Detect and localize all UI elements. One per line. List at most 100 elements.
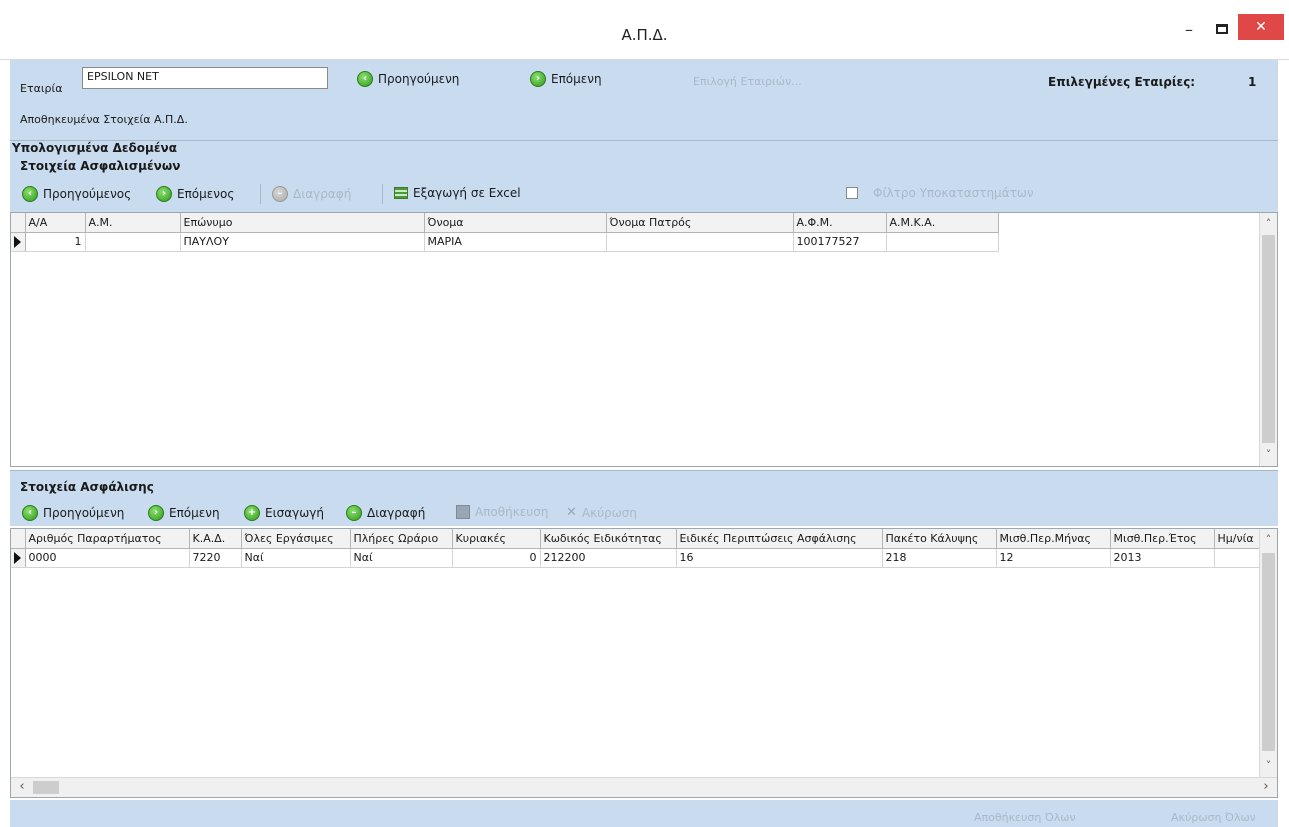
column-header[interactable]: Όλες Εργάσιμες [241, 529, 351, 549]
select-companies-button[interactable]: Επιλογή Εταιριών... [693, 75, 802, 88]
next-company-button[interactable]: › Επόμενη [530, 71, 602, 87]
scroll-right-icon[interactable]: › [1257, 778, 1275, 797]
scroll-left-icon[interactable]: ‹ [13, 778, 31, 797]
table-cell[interactable] [886, 232, 999, 252]
column-header[interactable]: Πλήρες Ωράριο [350, 529, 453, 549]
arrow-right-icon: › [530, 71, 546, 87]
insured-prev-label: Προηγούμενος [43, 187, 132, 201]
scroll-down-icon[interactable]: ˅ [1260, 757, 1277, 775]
column-header[interactable]: Αριθμός Παραρτήματος [25, 529, 190, 549]
insurance-insert-button[interactable]: + Εισαγωγή [244, 505, 324, 521]
arrow-right-icon: › [156, 186, 172, 202]
insured-heading: Στοιχεία Ασφαλισμένων [20, 159, 181, 173]
column-header[interactable]: Πακέτο Κάλυψης [882, 529, 997, 549]
table-cell[interactable] [85, 232, 181, 252]
table-cell[interactable]: 218 [882, 548, 997, 568]
maximize-icon [1216, 24, 1228, 34]
table-cell[interactable]: Ναί [241, 548, 351, 568]
scroll-down-icon[interactable]: ˅ [1260, 446, 1277, 464]
insured-vertical-scrollbar[interactable]: ˄ ˅ [1259, 213, 1277, 466]
arrow-right-icon: › [148, 505, 164, 521]
column-header[interactable]: Α.Φ.Μ. [793, 213, 887, 233]
insurance-cancel-button[interactable]: ✕ Ακύρωση [566, 505, 637, 520]
insured-delete-button[interactable]: – Διαγραφή [272, 186, 351, 202]
footer-panel: Αποθήκευση Όλων Ακύρωση Όλων [10, 800, 1278, 827]
insurance-prev-label: Προηγούμενη [43, 506, 125, 520]
table-cell[interactable] [1214, 548, 1263, 568]
column-header[interactable]: Μισθ.Περ.Έτος [1110, 529, 1215, 549]
company-label: Εταιρία [20, 82, 63, 95]
column-header[interactable]: Όνομα [424, 213, 607, 233]
insurance-toolbar-panel: Στοιχεία Ασφάλισης ‹ Προηγούμενη › Επόμε… [10, 470, 1278, 526]
column-header[interactable]: Επώνυμο [180, 213, 425, 233]
insurance-next-button[interactable]: › Επόμενη [148, 505, 220, 521]
insured-header-row: Α/Α Α.Μ. Επώνυμο Όνομα Όνομα Πατρός Α.Φ.… [11, 213, 999, 233]
column-header[interactable]: Α.Μ.Κ.Α. [886, 213, 999, 233]
scroll-thumb[interactable] [1262, 235, 1275, 443]
table-cell[interactable]: 7220 [189, 548, 242, 568]
saved-apd-label[interactable]: Αποθηκευμένα Στοιχεία Α.Π.Δ. [20, 113, 188, 126]
minus-icon: – [346, 505, 362, 521]
save-all-button[interactable]: Αποθήκευση Όλων [974, 811, 1076, 824]
table-cell[interactable]: 12 [996, 548, 1111, 568]
minimize-button[interactable]: – [1175, 18, 1203, 40]
close-button[interactable]: ✕ [1238, 14, 1284, 40]
insurance-table: Αριθμός Παραρτήματος Κ.Α.Δ. Όλες Εργάσιμ… [11, 529, 1263, 568]
company-field[interactable]: EPSILON NET [82, 67, 328, 89]
arrow-left-icon: ‹ [22, 186, 38, 202]
insured-toolbar-panel: Στοιχεία Ασφαλισμένων ‹ Προηγούμενος › Ε… [10, 156, 1278, 212]
insurance-prev-button[interactable]: ‹ Προηγούμενη [22, 505, 124, 521]
insurance-save-button[interactable]: Αποθήκευση [456, 505, 548, 519]
maximize-button[interactable] [1208, 18, 1236, 40]
column-header[interactable]: Μισθ.Περ.Μήνας [996, 529, 1111, 549]
table-row[interactable]: 0000 7220 Ναί Ναί 0 212200 16 218 12 201… [11, 548, 1263, 568]
insurance-horizontal-scrollbar[interactable]: ‹ › [11, 777, 1277, 797]
selected-companies-label: Επιλεγμένες Εταιρίες: [1048, 75, 1196, 89]
table-row[interactable]: 1 ΠΑΥΛΟΥ ΜΑΡΙΑ 100177527 [11, 232, 999, 252]
column-header[interactable]: Ειδικές Περιπτώσεις Ασφάλισης [676, 529, 883, 549]
arrow-left-icon: ‹ [357, 71, 373, 87]
insurance-vertical-scrollbar[interactable]: ˄ ˅ [1259, 529, 1277, 777]
table-cell[interactable]: 0000 [25, 548, 190, 568]
column-header[interactable]: Α/Α [25, 213, 86, 233]
insurance-insert-label: Εισαγωγή [265, 506, 325, 520]
save-disk-icon [456, 505, 470, 519]
column-header[interactable]: Ημ/νία [1214, 529, 1263, 549]
insured-next-label: Επόμενος [177, 187, 235, 201]
table-cell[interactable]: 212200 [540, 548, 677, 568]
table-cell[interactable]: ΠΑΥΛΟΥ [180, 232, 425, 252]
company-panel: Εταιρία EPSILON NET ‹ Προηγούμενη › Επόμ… [10, 60, 1278, 140]
prev-company-button[interactable]: ‹ Προηγούμενη [357, 71, 459, 87]
insured-prev-button[interactable]: ‹ Προηγούμενος [22, 186, 131, 202]
export-excel-button[interactable]: Εξαγωγή σε Excel [394, 186, 521, 200]
table-cell[interactable]: ΜΑΡΙΑ [424, 232, 607, 252]
scroll-up-icon[interactable]: ˄ [1260, 531, 1277, 549]
table-cell[interactable]: 2013 [1110, 548, 1215, 568]
calculated-data-heading: Υπολογισμένα Δεδομένα [10, 140, 1278, 156]
insurance-delete-label: Διαγραφή [367, 506, 426, 520]
table-cell[interactable]: 100177527 [793, 232, 887, 252]
table-cell[interactable]: Ναί [350, 548, 453, 568]
cancel-all-button[interactable]: Ακύρωση Όλων [1171, 811, 1256, 824]
excel-icon [394, 187, 408, 199]
branch-filter-checkbox[interactable]: Φίλτρο Υποκαταστημάτων [846, 186, 1034, 200]
column-header[interactable]: Κωδικός Ειδικότητας [540, 529, 677, 549]
scroll-thumb[interactable] [33, 781, 59, 794]
column-header[interactable]: Κ.Α.Δ. [189, 529, 242, 549]
column-header[interactable]: Κυριακές [452, 529, 541, 549]
column-header[interactable]: Α.Μ. [85, 213, 181, 233]
insurance-delete-button[interactable]: – Διαγραφή [346, 505, 425, 521]
toolbar-separator [382, 184, 383, 204]
insured-next-button[interactable]: › Επόμενος [156, 186, 234, 202]
scroll-thumb[interactable] [1262, 553, 1275, 751]
table-cell[interactable]: 1 [25, 232, 86, 252]
insurance-grid: Αριθμός Παραρτήματος Κ.Α.Δ. Όλες Εργάσιμ… [10, 528, 1278, 798]
scroll-up-icon[interactable]: ˄ [1260, 215, 1277, 233]
table-cell[interactable] [606, 232, 794, 252]
current-row-icon [14, 236, 21, 248]
title-bar: Α.Π.Δ. – ✕ [0, 0, 1289, 60]
table-cell[interactable]: 0 [452, 548, 541, 568]
checkbox-icon [846, 187, 858, 199]
table-cell[interactable]: 16 [676, 548, 883, 568]
column-header[interactable]: Όνομα Πατρός [606, 213, 794, 233]
